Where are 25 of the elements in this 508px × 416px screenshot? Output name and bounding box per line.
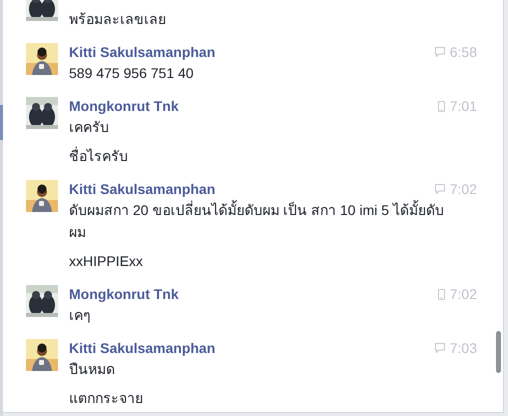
phone-icon (438, 288, 445, 300)
message-text: พร้อมละเลขเลย (69, 10, 167, 29)
sender-name[interactable]: Mongkonrut Tnk (69, 96, 179, 116)
message-text: เคๆ (69, 306, 92, 325)
message-time: 7:02 (450, 285, 477, 304)
phone-icon (438, 100, 445, 112)
message-time: 7:03 (450, 339, 477, 358)
message-text: เคครับ (69, 118, 110, 137)
message-time: 7:02 (450, 180, 477, 199)
chat-bubble-icon (434, 343, 445, 353)
sender-name[interactable]: Kitti Sakulsamanphan (69, 179, 216, 199)
message-text: ปืนหมด (69, 360, 116, 379)
sender-name[interactable]: Kitti Sakulsamanphan (69, 42, 216, 62)
chat-bubble-icon (434, 47, 445, 57)
message-text: 589 475 956 751 40 (69, 64, 195, 83)
message-text: ชื่อไรครับ (69, 146, 129, 166)
sender-name[interactable]: Mongkonrut Tnk (69, 284, 179, 304)
chat-bubble-icon (434, 184, 445, 194)
message-time: 6:58 (450, 43, 477, 62)
sender-name[interactable]: Kitti Sakulsamanphan (69, 338, 216, 358)
message-text: xxHIPPIExx (69, 252, 144, 271)
message-text: แตกกระจาย (69, 389, 144, 408)
message-time: 7:01 (450, 97, 477, 116)
message-text: ดับผมสกา 20 ขอเปลี่ยนได้มั้ยดับผม เป็น สกา 10 imi 5 ได้มั้ยดับผม (69, 199, 445, 242)
scrollbar-thumb[interactable] (496, 331, 501, 373)
